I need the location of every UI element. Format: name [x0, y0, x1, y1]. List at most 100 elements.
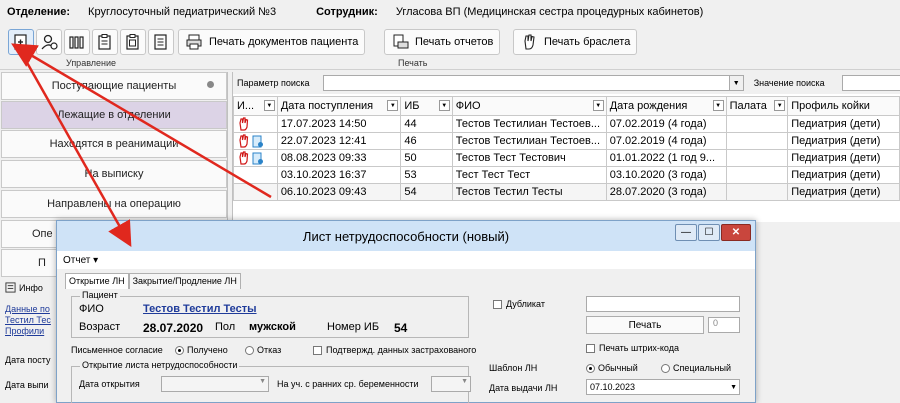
patient-name-link[interactable]: Тестов Тестил Тесты [143, 303, 257, 315]
column-header-room[interactable]: Палата ▼ [725, 96, 789, 116]
patient-grid: Параметр поиска ▼ Значение поиска И... ▼ … [232, 72, 900, 222]
cell-bed-profile: Педиатрия (дети) [787, 166, 900, 184]
dialog-title: Лист нетрудоспособности (новый) [302, 228, 510, 244]
open-date-input[interactable]: ▼ [161, 376, 269, 392]
print-patient-docs-button[interactable]: Печать документов пациента [178, 29, 366, 55]
chevron-down-icon: ▼ [730, 384, 737, 391]
chevron-down-icon: ▼ [259, 378, 266, 385]
tab-close-extend-sick-leave[interactable]: Закрытие/Продление ЛН [128, 273, 241, 289]
info-profile-link[interactable]: Профили [5, 326, 44, 336]
row-icons [233, 166, 278, 184]
print-button[interactable]: Печать [586, 316, 704, 334]
cell-fio: Тест Тест Тест [451, 166, 607, 184]
tab-open-sick-leave[interactable]: Открытие ЛН [65, 273, 129, 289]
consent-refused-radio[interactable]: Отказ [245, 345, 281, 356]
archive-button[interactable] [64, 29, 90, 55]
search-value-input[interactable] [842, 75, 900, 91]
issue-date-value: 07.10.2023 [590, 382, 636, 392]
table-row[interactable]: 06.10.2023 09:43 54 Тестов Тестил Тесты … [233, 183, 900, 201]
sex-label: Пол [215, 321, 236, 333]
books-icon [69, 36, 84, 49]
print-count-input[interactable]: 0 [708, 317, 740, 333]
info-patient-link[interactable]: Тестил Тес [5, 315, 51, 325]
table-row[interactable]: 08.08.2023 09:33 50 Тестов Тест Тестович… [233, 149, 900, 167]
close-button[interactable]: ✕ [721, 224, 751, 241]
sidebar-item-in-department[interactable]: Лежащие в отделении [1, 101, 227, 129]
clipboard-edit-icon [98, 34, 111, 50]
top-info-bar: Отделение: Круглосуточный педиатрический… [0, 0, 900, 24]
search-param-label: Параметр поиска [237, 78, 310, 88]
patient-transfer-button[interactable] [36, 29, 62, 55]
pregnancy-select[interactable]: ▼ [431, 376, 471, 392]
ib-value: 54 [394, 321, 408, 335]
opening-group-legend: Открытие листа нетрудоспособности [80, 360, 240, 370]
table-header-row: И... ▼ Дата поступления ▼ ИБ ▼ ФИО ▼ Дата ро… [233, 96, 900, 116]
consent-received-radio[interactable]: Получено [175, 345, 228, 356]
table-row[interactable]: 17.07.2023 14:50 44 Тестов Тестилиан Тес… [233, 115, 900, 133]
column-header-birth-date[interactable]: Дата рождения ▼ [605, 96, 727, 116]
sidebar-item-label: Находятся в реанимации [49, 138, 179, 150]
column-header-fio[interactable]: ФИО ▼ [451, 96, 607, 116]
search-value-label: Значение поиска [753, 78, 825, 88]
red-hand-icon [239, 151, 249, 165]
filter-icon[interactable]: ▼ [774, 100, 786, 111]
status-dot-icon [207, 81, 214, 88]
info-list-icon [5, 282, 16, 293]
open-date-label: Дата открытия [79, 379, 140, 389]
issue-date-input[interactable]: 07.10.2023 ▼ [586, 379, 740, 395]
sidebar-item-incoming[interactable]: Поступающие пациенты [1, 72, 227, 100]
minimize-button[interactable]: — [675, 224, 697, 241]
document-lines-button[interactable] [148, 29, 174, 55]
filter-icon[interactable]: ▼ [712, 100, 724, 111]
template-special-radio[interactable]: Специальный [661, 363, 731, 374]
duplicate-checkbox[interactable]: Дубликат [493, 299, 545, 310]
sidebar-item-surgery[interactable]: Направлены на операцию [1, 190, 227, 218]
clipboard-list-button[interactable] [120, 29, 146, 55]
info-data-link[interactable]: Данные по [5, 304, 50, 314]
ib-label: Номер ИБ [327, 321, 380, 333]
cell-birth-date: 03.10.2020 (3 года) [605, 166, 727, 184]
template-normal-radio[interactable]: Обычный [586, 363, 638, 374]
dialog-menu-bar: Отчет ▾ [57, 251, 755, 269]
cell-fio: Тестов Тестилиан Тестоев... [451, 132, 607, 150]
clipboard-edit-button[interactable] [92, 29, 118, 55]
hand-icon [524, 34, 535, 50]
cell-ib: 53 [400, 166, 453, 184]
document-lines-icon [154, 34, 167, 50]
column-header-ib[interactable]: ИБ ▼ [400, 96, 453, 116]
new-sick-leave-button[interactable] [8, 29, 34, 55]
print-bracelet-button[interactable]: Печать браслета [513, 29, 638, 55]
column-header-bed-profile[interactable]: Профиль койки [787, 96, 900, 116]
filter-icon[interactable]: ▼ [263, 100, 275, 111]
clipboard-list-icon [126, 34, 139, 50]
fio-label: ФИО [79, 303, 104, 315]
menu-report[interactable]: Отчет ▾ [63, 255, 98, 266]
sidebar-item-reanimation[interactable]: Находятся в реанимации [1, 130, 227, 158]
dialog-title-bar[interactable]: Лист нетрудоспособности (новый) [57, 221, 755, 251]
cell-room [725, 166, 789, 184]
cell-admission-date: 08.08.2023 09:33 [276, 149, 402, 167]
radio-unchecked-icon [245, 346, 254, 356]
table-row[interactable]: 22.07.2023 12:41 46 Тестов Тестилиан Тес… [233, 132, 900, 150]
print-barcode-checkbox[interactable]: Печать штрих-кода [586, 343, 679, 354]
sidebar-item-discharge[interactable]: На выписку [1, 160, 227, 188]
sidebar-item-label: П [38, 257, 46, 269]
column-header-admission-date[interactable]: Дата поступления ▼ [276, 96, 402, 116]
filter-icon[interactable]: ▼ [592, 100, 604, 111]
department-value: Круглосуточный педиатрический №3 [88, 6, 277, 18]
duplicate-input[interactable] [586, 296, 740, 312]
search-param-select[interactable]: ▼ [323, 75, 744, 91]
info-header-label: Инфо [19, 282, 43, 293]
insured-confirm-checkbox[interactable]: Подтвержд. данных застрахованого [313, 345, 476, 356]
cell-ib: 50 [400, 149, 453, 167]
print-reports-button[interactable]: Печать отчетов [384, 29, 501, 55]
consent-label: Письменное согласие [71, 345, 163, 355]
filter-icon[interactable]: ▼ [438, 100, 450, 111]
maximize-button[interactable]: ☐ [698, 224, 720, 241]
patients-table: И... ▼ Дата поступления ▼ ИБ ▼ ФИО ▼ Дата ро… [233, 96, 900, 201]
filter-icon[interactable]: ▼ [387, 100, 399, 111]
column-header-icons[interactable]: И... ▼ [233, 96, 278, 116]
cell-admission-date: 03.10.2023 16:37 [276, 166, 402, 184]
table-row[interactable]: 03.10.2023 16:37 53 Тест Тест Тест 03.10… [233, 166, 900, 184]
cell-fio: Тестов Тестилиан Тестоев... [451, 115, 607, 133]
